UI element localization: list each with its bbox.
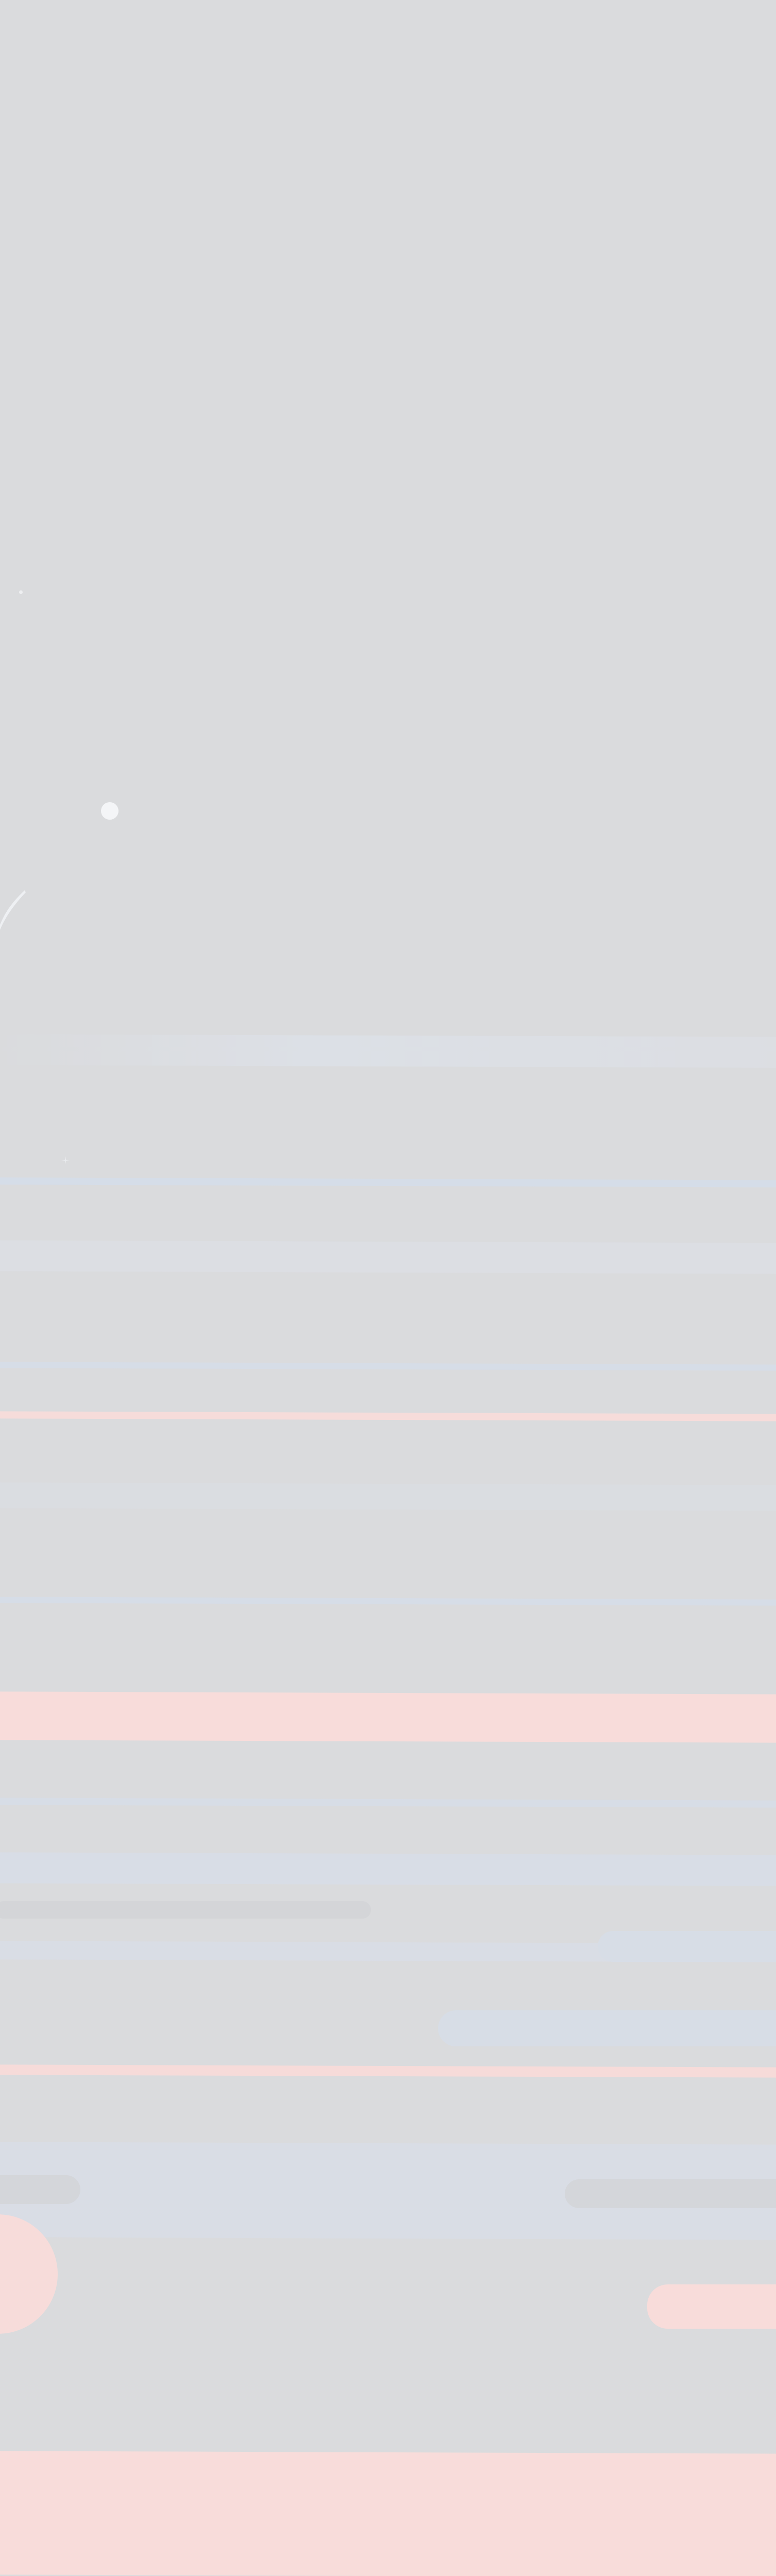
blue-pill-1 [598, 1931, 776, 1962]
gray-pill-left [0, 2175, 80, 2204]
streak-band-3 [0, 1482, 776, 1511]
streak-band-pink-wide-2 [0, 2451, 776, 2576]
streak-band-blue-thin-4 [0, 1798, 776, 1808]
pink-pill-1 [647, 2284, 776, 2329]
sparkle-dot-large [101, 802, 119, 820]
streak-band-blue-thin-1 [0, 1177, 776, 1188]
streak-band-pink-thin-2 [0, 2064, 776, 2078]
streak-band-1 [0, 1034, 776, 1068]
streak-band-blue-thin-3 [0, 1597, 776, 1606]
gray-pill-right [565, 2179, 776, 2208]
tiny-sparkle-icon [61, 1156, 70, 1164]
blue-pill-2 [438, 2010, 776, 2046]
abstract-background-scene [0, 0, 776, 2576]
sparkle-dot-small [19, 590, 23, 594]
gray-bar-1 [0, 1901, 371, 1919]
streak-band-2 [0, 1240, 776, 1274]
streak-band-blue-wide-1 [0, 1852, 776, 1886]
light-streak-icon [0, 890, 26, 930]
streak-band-pink-wide-1 [0, 1691, 776, 1743]
streak-band-blue-thin-2 [0, 1362, 776, 1371]
streak-band-pink-thin-1 [0, 1411, 776, 1421]
